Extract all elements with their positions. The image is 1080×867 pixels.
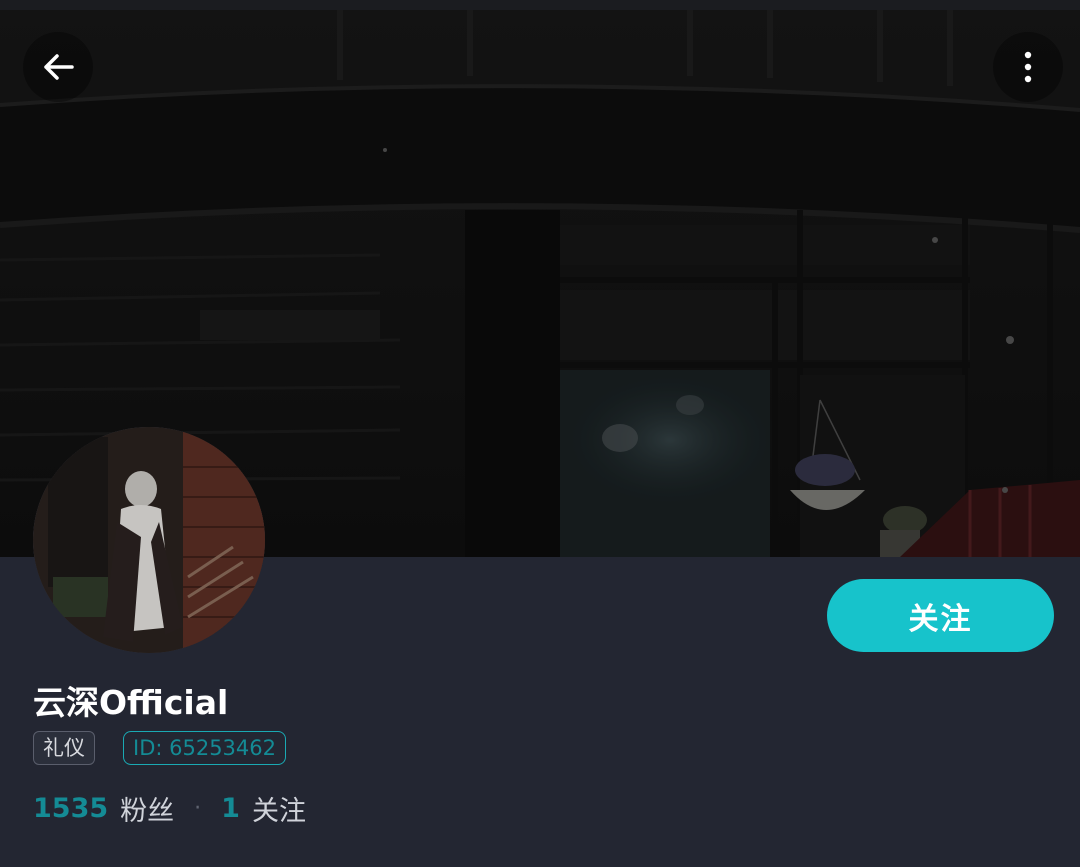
user-id-badge[interactable]: ID: 65253462 [123,731,287,765]
follow-button[interactable]: 关注 [827,579,1054,652]
avatar-illustration [33,427,265,653]
back-button[interactable] [23,32,93,102]
fans-count: 1535 [33,792,109,824]
following-count: 1 [221,792,240,824]
stats-separator: · [194,795,202,821]
following-stat[interactable]: 1 关注 [221,789,306,828]
following-label: 关注 [251,795,306,827]
more-button[interactable] [993,32,1063,102]
follow-stats: 1535 粉丝 · 1 关注 [33,788,306,828]
arrow-left-icon [44,54,74,80]
more-vertical-icon [1024,51,1032,83]
fans-stat[interactable]: 1535 粉丝 [33,789,174,828]
profile-name: 云深Official [33,683,229,722]
fans-label: 粉丝 [120,795,175,827]
role-tag: 礼仪 [33,731,95,765]
status-strip [0,0,1080,10]
avatar[interactable] [33,427,265,653]
profile-page: 关注 云深Official 礼仪 ID: 65253462 1535 粉丝 · … [0,0,1080,867]
